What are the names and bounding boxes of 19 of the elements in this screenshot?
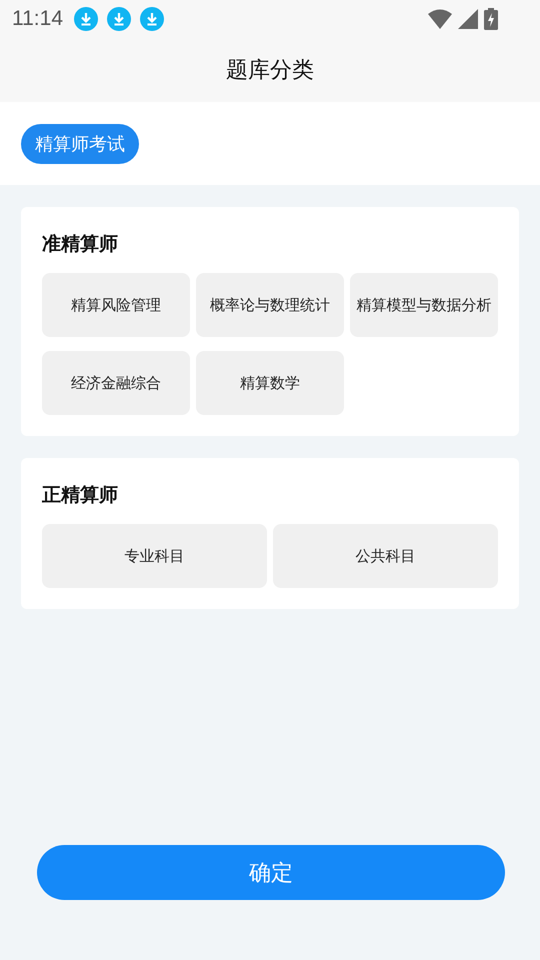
subject-option[interactable]: 精算数学 [196,351,344,415]
battery-icon [484,8,498,30]
clock-time: 11:14 [12,7,63,31]
subject-option[interactable]: 概率论与数理统计 [196,273,344,337]
subject-option[interactable]: 经济金融综合 [42,351,190,415]
page-title: 题库分类 [226,57,314,85]
wifi-icon [428,9,452,29]
confirm-button[interactable]: 确定 [37,845,505,900]
section-title: 正精算师 [42,483,119,508]
subject-option[interactable]: 精算风险管理 [42,273,190,337]
subject-option[interactable]: 专业科目 [42,524,267,588]
signal-icon [458,9,478,29]
download-icon [74,7,98,31]
section-title: 准精算师 [42,232,119,257]
download-icon [107,7,131,31]
category-tab[interactable]: 精算师考试 [21,124,139,164]
download-icon [140,7,164,31]
subject-option[interactable]: 精算模型与数据分析 [350,273,498,337]
subject-option[interactable]: 公共科目 [273,524,498,588]
